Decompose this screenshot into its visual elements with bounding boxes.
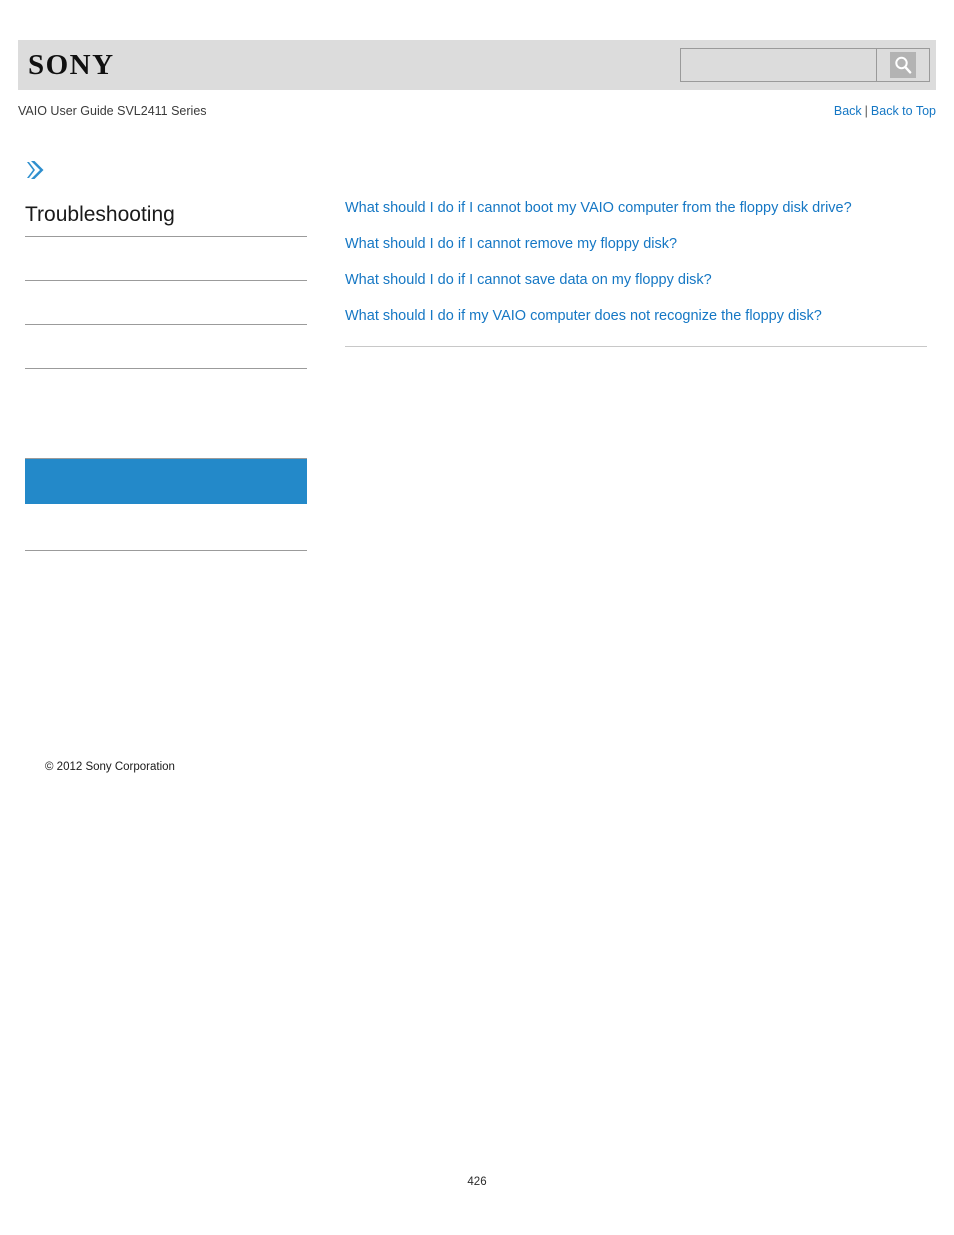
back-to-top-link[interactable]: Back to Top [871,104,936,118]
sidebar-item-0[interactable] [25,236,307,280]
search-input[interactable] [680,48,876,82]
copyright-text: © 2012 Sony Corporation [45,761,175,773]
sidebar-item-selected[interactable] [25,458,307,504]
guide-title: VAIO User Guide SVL2411 Series [18,104,207,118]
sidebar-menu [25,236,307,550]
main-content: What should I do if I cannot boot my VAI… [345,198,927,347]
sidebar-item-3[interactable] [25,368,307,412]
header-nav-links: Back | Back to Top [834,101,936,121]
chevron-right-icon[interactable] [25,158,53,182]
topic-link[interactable]: What should I do if my VAIO computer doe… [345,306,927,326]
search-button[interactable] [876,48,930,82]
back-link[interactable]: Back [834,104,862,118]
search-area [680,48,930,82]
page-number: 426 [467,1176,487,1188]
site-header: SONY [18,40,936,90]
sidebar-item-1[interactable] [25,280,307,324]
topic-link[interactable]: What should I do if I cannot boot my VAI… [345,198,927,218]
content-divider [345,346,927,347]
topic-link[interactable]: What should I do if I cannot remove my f… [345,234,927,254]
sub-header: VAIO User Guide SVL2411 Series Back | Back… [18,101,936,121]
page-title: Troubleshooting [25,203,175,226]
sidebar-item-5[interactable] [25,504,307,550]
topic-link[interactable]: What should I do if I cannot save data o… [345,270,927,290]
sidebar: Troubleshooting © 2012 Sony Corporation [25,158,307,773]
sony-logo: SONY [28,49,115,81]
search-icon [890,52,916,78]
sidebar-item-2[interactable] [25,324,307,368]
nav-separator: | [864,104,868,118]
sidebar-item-4[interactable] [25,412,307,458]
sidebar-bottom-rule [25,550,307,551]
